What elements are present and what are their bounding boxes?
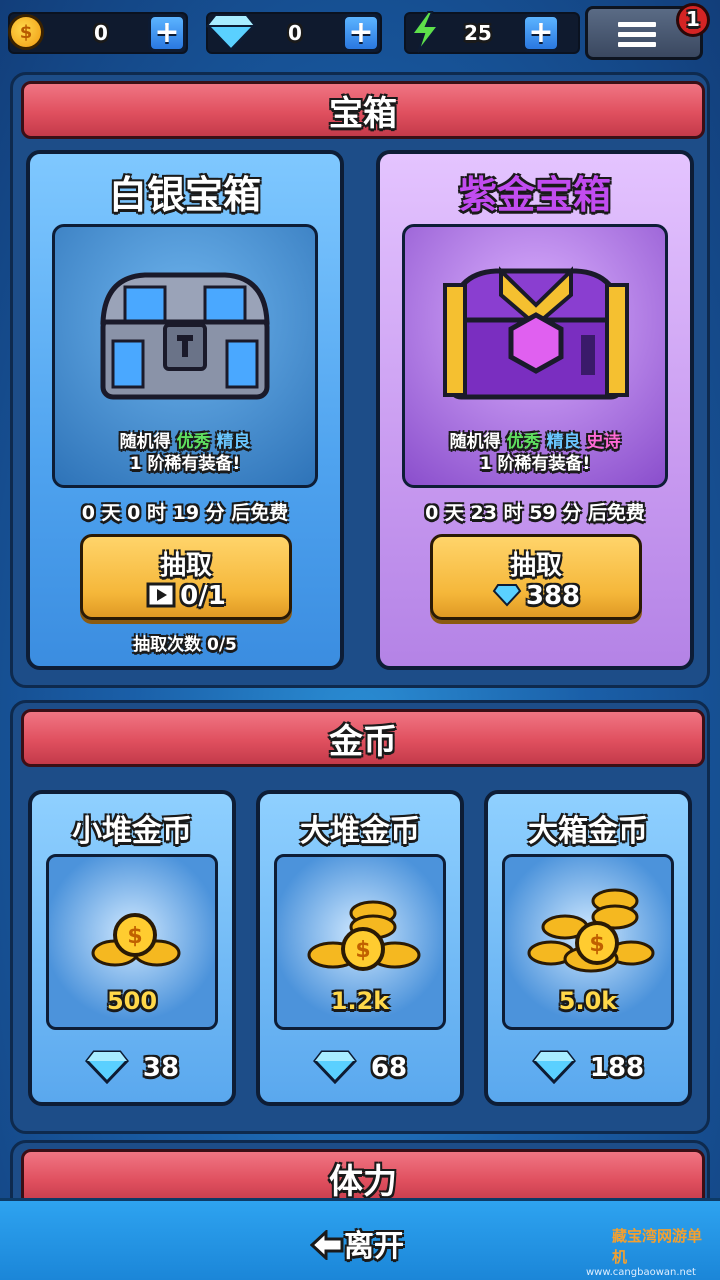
svg-text:$: $ <box>127 924 142 949</box>
lightning-icon <box>410 11 441 53</box>
coin-pack-image-frame: $ 1.2k <box>274 854 446 1030</box>
desc-prefix: 随机得 <box>449 432 501 452</box>
coin-amount: 1.2k <box>330 987 390 1015</box>
arrow-left-icon <box>309 1228 344 1262</box>
svg-text:$: $ <box>355 938 370 963</box>
top-resource-bar: $ 0 + 0 + 25 + 1 <box>0 0 720 64</box>
coin-price: 188 <box>488 1050 688 1085</box>
rarity-excellent: 优秀 <box>506 432 541 452</box>
gem-icon <box>206 14 256 52</box>
purple-chest-image-frame: 随机得 优秀 精良 史诗 1 阶稀有装备! <box>402 224 668 488</box>
gem-count: 0 <box>288 21 302 45</box>
desc-line2: 1 阶稀有装备! <box>479 454 591 474</box>
video-icon <box>146 582 176 608</box>
purple-chest-card[interactable]: 紫金宝箱 随机得 优秀 精良 史诗 1 阶稀有装备! 0 天 23 时 59 分… <box>376 150 694 670</box>
svg-text:$: $ <box>589 932 604 957</box>
purple-chest-timer: 0 天 23 时 59 分 后免费 <box>425 502 645 524</box>
rarity-epic: 史诗 <box>586 432 621 452</box>
coin-price-value: 38 <box>142 1053 180 1083</box>
silver-chest-image-frame: 随机得 优秀 精良 1 阶稀有装备! <box>52 224 318 488</box>
notification-badge: 1 <box>676 3 710 37</box>
hamburger-icon <box>618 22 656 52</box>
coin-price-value: 68 <box>370 1053 408 1083</box>
silver-draw-count: 抽取次数 0/5 <box>133 635 237 655</box>
bottom-bar: 离开 藏宝湾网游单机 www.cangbaowan.net <box>0 1198 720 1280</box>
rarity-fine: 精良 <box>216 432 251 452</box>
purple-chest-title: 紫金宝箱 <box>458 173 611 217</box>
add-gems-button[interactable]: + <box>342 14 380 52</box>
add-coins-button[interactable]: + <box>148 14 186 52</box>
coin-price-value: 188 <box>589 1053 645 1083</box>
leave-label: 离开 <box>344 1229 404 1264</box>
gem-icon <box>84 1050 129 1085</box>
coin-pack-title: 大堆金币 <box>300 814 420 849</box>
coin-pack-image-frame: $ 500 <box>46 854 218 1030</box>
draw-cost: 0/1 <box>83 581 289 611</box>
silver-chest-card[interactable]: 白银宝箱 随机得 优秀 精良 1 阶稀有装备! 0 天 0 时 19 分 后免费… <box>26 150 344 670</box>
silver-chest-description: 随机得 优秀 精良 1 阶稀有装备! <box>55 431 315 475</box>
purple-draw-button[interactable]: 抽取 388 <box>430 534 642 620</box>
coin-pack-large[interactable]: 大箱金币 $ 5.0k 188 <box>484 790 692 1106</box>
purple-chest-description: 随机得 优秀 精良 史诗 1 阶稀有装备! <box>405 431 665 475</box>
leave-button[interactable]: 离开 <box>309 1221 404 1265</box>
gem-icon <box>492 584 522 607</box>
watermark-text: 藏宝湾网游单机 <box>612 1227 703 1266</box>
coin-pile-icon: $ <box>527 888 655 973</box>
stamina-section-title: 体力 <box>329 1161 397 1202</box>
draw-label: 抽取 <box>509 551 562 581</box>
coin-pack-title: 大箱金币 <box>528 814 648 849</box>
add-energy-button[interactable]: + <box>522 14 560 52</box>
gold-section-title: 金币 <box>329 721 397 762</box>
desc-line2: 1 阶稀有装备! <box>129 454 241 474</box>
energy-count: 25 <box>464 21 492 45</box>
coin-pack-small[interactable]: 小堆金币 $ 500 38 <box>28 790 236 1106</box>
gem-icon <box>312 1050 357 1085</box>
coin-pack-medium[interactable]: 大堆金币 $ 1.2k 68 <box>256 790 464 1106</box>
coin-pile-icon: $ <box>307 900 421 971</box>
chest-section-title: 宝箱 <box>329 93 397 134</box>
chest-section-header: 宝箱 <box>21 81 705 139</box>
gem-icon <box>531 1050 576 1085</box>
watermark-url: www.cangbaowan.net <box>586 1267 696 1278</box>
draw-cost-value: 388 <box>525 581 581 611</box>
coin-pack-image-frame: $ 5.0k <box>502 854 674 1030</box>
silver-chest-icon <box>100 272 270 400</box>
coin-price: 38 <box>32 1050 232 1085</box>
silver-chest-title: 白银宝箱 <box>108 173 261 217</box>
watermark-logo: 藏宝湾网游单机 www.cangbaowan.net <box>576 1225 716 1278</box>
draw-cost: 388 <box>433 581 639 611</box>
rarity-fine: 精良 <box>546 432 581 452</box>
silver-chest-timer: 0 天 0 时 19 分 后免费 <box>81 502 289 524</box>
silver-draw-button[interactable]: 抽取 0/1 <box>80 534 292 620</box>
coin-amount: 5.0k <box>558 987 618 1015</box>
coin-count: 0 <box>94 21 108 45</box>
coin-pile-icon: $ <box>91 913 181 967</box>
rarity-excellent: 优秀 <box>176 432 211 452</box>
coin-icon: $ <box>8 14 44 50</box>
purple-chest-icon <box>443 266 629 400</box>
draw-cost-value: 0/1 <box>180 581 226 611</box>
desc-prefix: 随机得 <box>119 432 171 452</box>
gold-section-header: 金币 <box>21 709 705 767</box>
coin-price: 68 <box>260 1050 460 1085</box>
coin-amount: 500 <box>106 987 158 1015</box>
coin-pack-title: 小堆金币 <box>72 814 192 849</box>
draw-label: 抽取 <box>159 551 212 581</box>
